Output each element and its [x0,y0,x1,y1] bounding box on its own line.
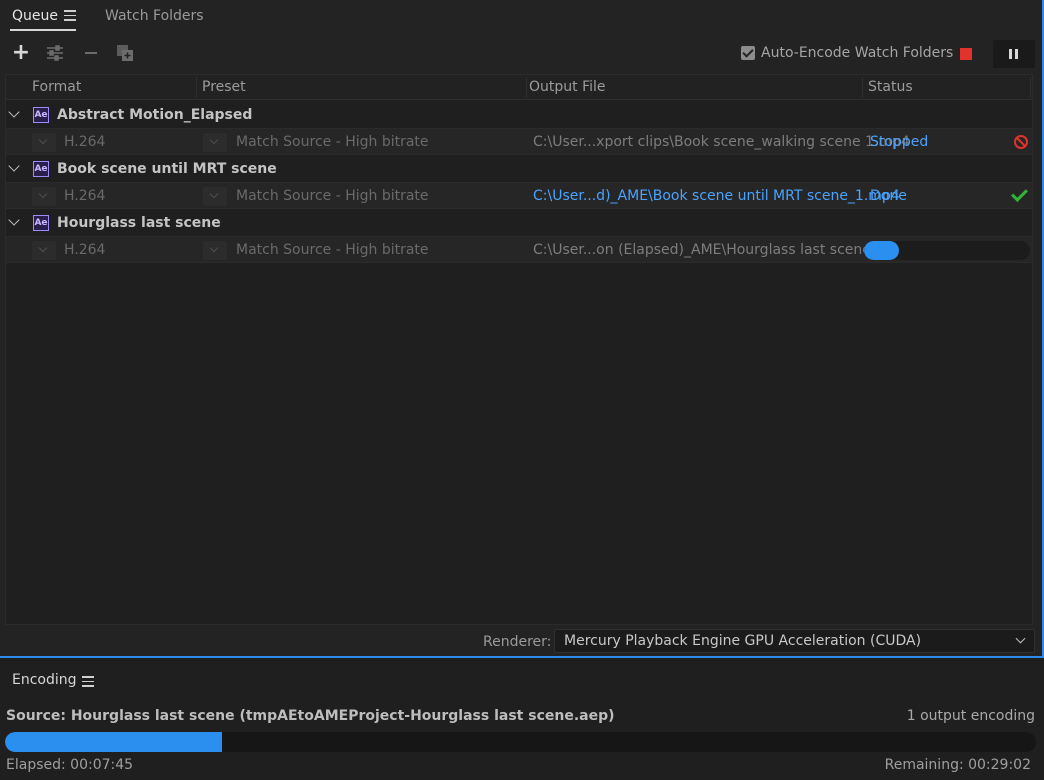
column-preset[interactable]: Preset [202,79,246,95]
renderer-bar: Renderer: Mercury Playback Engine GPU Ac… [0,626,1040,656]
output-file-path[interactable]: C:\User...on (Elapsed)_AME\Hourglass las… [533,242,907,258]
status-text: Stopped [870,134,929,150]
queue-panel-menu-icon[interactable] [64,10,76,22]
encoding-panel: Encoding Source: Hourglass last scene (t… [0,662,1044,780]
renderer-label: Renderer: [483,634,552,650]
auto-encode-checkbox[interactable] [741,46,755,60]
format-value[interactable]: H.264 [64,134,105,150]
group-title: Hourglass last scene [57,215,221,231]
settings-sliders-icon[interactable] [44,42,66,64]
after-effects-icon: Ae [33,107,49,123]
output-count: 1 output encoding [906,708,1035,724]
encoding-progress-fill [5,732,222,752]
preset-dropdown[interactable] [203,133,227,152]
after-effects-icon: Ae [33,161,49,177]
queue-tabs: Queue Watch Folders [0,0,1042,34]
renderer-value: Mercury Playback Engine GPU Acceleration… [564,633,922,649]
group-title: Abstract Motion_Elapsed [57,107,253,123]
group-title: Book scene until MRT scene [57,161,277,177]
preset-value[interactable]: Match Source - High bitrate [236,242,429,258]
stopped-icon [1014,135,1028,149]
preset-dropdown[interactable] [203,187,227,206]
format-value[interactable]: H.264 [64,242,105,258]
format-value[interactable]: H.264 [64,188,105,204]
format-dropdown[interactable] [32,241,56,260]
column-header: Format Preset Output File Status [6,75,1032,100]
output-file-link[interactable]: C:\User...d)_AME\Book scene until MRT sc… [533,188,900,204]
chevron-down-icon[interactable] [8,214,20,226]
queue-group[interactable]: Ae Hourglass last scene [6,211,1032,237]
queue-panel: Queue Watch Folders + Auto-Encode Watch … [0,0,1044,658]
item-progress-bar [864,241,1030,260]
queue-group[interactable]: Ae Abstract Motion_Elapsed [6,103,1032,129]
elapsed-time: Elapsed: 00:07:45 [6,757,134,773]
status-text: Done [870,188,907,204]
column-divider[interactable] [862,77,863,98]
chevron-down-icon [1015,633,1026,644]
renderer-select[interactable]: Mercury Playback Engine GPU Acceleration… [554,629,1035,653]
chevron-down-icon[interactable] [8,160,20,172]
chevron-down-icon[interactable] [8,106,20,118]
auto-encode-toggle[interactable]: Auto-Encode Watch Folders [741,44,953,62]
column-divider[interactable] [196,77,197,98]
item-progress-fill [864,241,899,260]
format-dropdown[interactable] [32,133,56,152]
tab-watch-folders[interactable]: Watch Folders [105,8,204,24]
remaining-time: Remaining: 00:29:02 [884,757,1031,773]
queue-group[interactable]: Ae Book scene until MRT scene [6,157,1032,183]
auto-encode-label: Auto-Encode Watch Folders [761,45,954,61]
preset-dropdown[interactable] [203,241,227,260]
column-format[interactable]: Format [32,79,81,95]
tab-queue-underline [10,29,76,31]
encoding-panel-menu-icon[interactable] [82,676,94,688]
column-output-file[interactable]: Output File [529,79,606,95]
tab-encoding[interactable]: Encoding [12,672,77,688]
column-divider[interactable] [526,77,527,98]
queue-toolbar: + Auto-Encode Watch Folders [0,38,1040,70]
checkmark-icon [1011,185,1028,202]
duplicate-icon[interactable] [114,42,136,64]
queue-row[interactable]: H.264 Match Source - High bitrate C:\Use… [6,128,1032,155]
preset-value[interactable]: Match Source - High bitrate [236,188,429,204]
format-dropdown[interactable] [32,187,56,206]
column-status[interactable]: Status [868,79,913,95]
add-source-icon[interactable]: + [10,42,32,64]
encoding-source: Source: Hourglass last scene (tmpAEtoAME… [6,708,615,724]
tab-queue[interactable]: Queue [12,8,58,24]
output-file-path[interactable]: C:\User...xport clips\Book scene_walking… [533,134,910,150]
pause-queue-button[interactable] [993,40,1035,68]
queue-row[interactable]: H.264 Match Source - High bitrate C:\Use… [6,236,1032,263]
remove-icon[interactable] [80,42,102,64]
after-effects-icon: Ae [33,215,49,231]
stop-queue-button[interactable] [960,48,972,60]
queue-row[interactable]: H.264 Match Source - High bitrate C:\Use… [6,182,1032,209]
column-divider[interactable] [1030,77,1031,98]
preset-value[interactable]: Match Source - High bitrate [236,134,429,150]
queue-list: Format Preset Output File Status Ae Abst… [5,74,1033,625]
encoding-progress-bar [5,732,1036,752]
